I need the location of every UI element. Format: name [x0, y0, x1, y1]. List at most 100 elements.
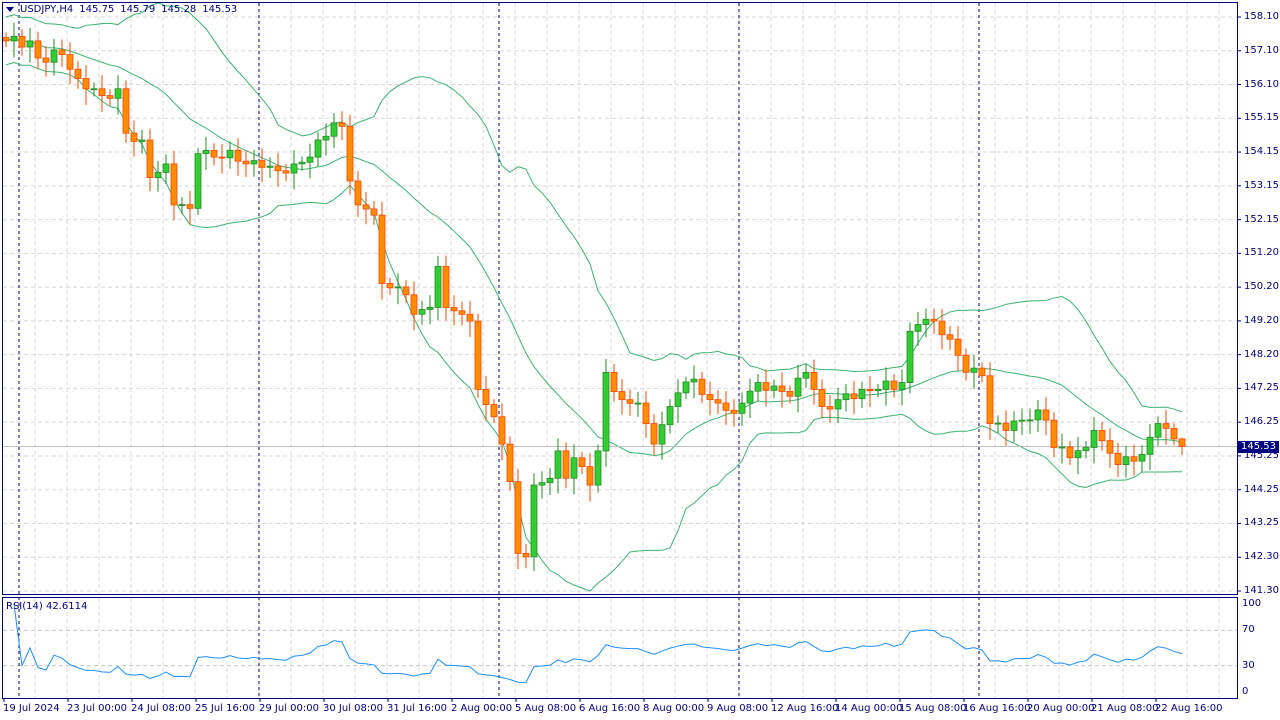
bear-candle: [242, 160, 250, 165]
bull-candle: [154, 172, 162, 178]
bear-candle: [1042, 409, 1050, 421]
bull-candle: [1018, 419, 1026, 422]
bear-candle: [578, 457, 586, 467]
bear-candle: [810, 371, 818, 390]
bear-candle: [450, 307, 458, 312]
bear-candle: [946, 334, 954, 340]
bull-candle: [194, 153, 202, 209]
bull-candle: [434, 266, 442, 308]
bull-candle: [594, 450, 602, 486]
bear-candle: [210, 149, 218, 158]
bear-candle: [698, 378, 706, 395]
bear-candle: [626, 399, 634, 404]
bull-candle: [426, 307, 434, 310]
bear-candle: [1066, 446, 1074, 459]
price-label: 146.25: [1244, 416, 1279, 428]
price-chart[interactable]: [0, 0, 1280, 720]
bull-candle: [802, 371, 810, 379]
bull-candle: [994, 422, 1002, 425]
bull-candle: [314, 139, 322, 158]
bull-candle: [1138, 453, 1146, 462]
bull-candle: [738, 402, 746, 414]
bear-candle: [938, 320, 946, 336]
bull-candle: [1034, 409, 1042, 421]
bear-candle: [1050, 419, 1058, 448]
bull-candle: [914, 324, 922, 332]
bull-candle: [602, 371, 610, 452]
open-value: 145.75: [79, 4, 115, 15]
bear-candle: [890, 380, 898, 390]
bear-candle: [786, 391, 794, 397]
bear-candle: [458, 310, 466, 315]
bear-candle: [714, 399, 722, 404]
bull-candle: [298, 161, 306, 165]
bull-candle: [226, 149, 234, 159]
price-label: 149.20: [1244, 314, 1279, 326]
bear-candle: [34, 40, 42, 59]
bull-candle: [250, 160, 258, 165]
bear-candle: [730, 409, 738, 414]
bollinger-middle: [5, 38, 1183, 456]
bear-candle: [618, 391, 626, 401]
bear-candle: [978, 367, 986, 377]
bear-candle: [74, 68, 82, 79]
time-label: 20 Aug 00:00: [1027, 703, 1095, 714]
bear-candle: [474, 320, 482, 390]
time-label: 23 Jul 00:00: [67, 703, 127, 714]
bear-candle: [338, 122, 346, 127]
bull-candle: [842, 393, 850, 401]
bull-candle: [538, 482, 546, 486]
bull-candle: [554, 450, 562, 479]
time-label: 2 Aug 00:00: [451, 703, 513, 714]
price-label: 142.30: [1244, 551, 1279, 563]
time-label: 25 Jul 16:00: [195, 703, 255, 714]
bear-candle: [562, 450, 570, 479]
price-label: 143.25: [1244, 517, 1279, 529]
bear-candle: [818, 389, 826, 407]
bull-candle: [90, 88, 98, 91]
time-label: 16 Aug 16:00: [963, 703, 1031, 714]
bull-candle: [674, 392, 682, 407]
bull-candle: [1090, 430, 1098, 448]
bull-candle: [330, 122, 338, 137]
bear-candle: [866, 389, 874, 392]
bull-candle: [834, 399, 842, 410]
bull-candle: [874, 389, 882, 392]
bear-candle: [402, 286, 410, 296]
bull-candle: [162, 163, 170, 173]
bull-candle: [394, 286, 402, 289]
time-label: 24 Jul 08:00: [131, 703, 191, 714]
close-value: 145.53: [202, 4, 238, 15]
bull-candle: [1122, 456, 1130, 465]
bear-candle: [466, 313, 474, 322]
bear-candle: [1098, 430, 1106, 442]
bear-candle: [1170, 427, 1178, 440]
bull-candle: [50, 49, 58, 63]
dropdown-triangle-icon[interactable]: [6, 7, 14, 12]
bull-candle: [26, 40, 34, 48]
current-price-badge: 145.53: [1238, 441, 1279, 453]
bear-candle: [522, 553, 530, 558]
bear-candle: [82, 78, 90, 90]
bull-candle: [290, 163, 298, 174]
price-label: 152.15: [1244, 213, 1279, 225]
price-label: 147.25: [1244, 382, 1279, 394]
time-label: 21 Aug 08:00: [1091, 703, 1159, 714]
rsi-level-label: 70: [1242, 624, 1255, 636]
bull-candle: [570, 457, 578, 479]
bull-candle: [10, 35, 18, 42]
time-label: 31 Jul 16:00: [387, 703, 447, 714]
bear-candle: [762, 382, 770, 391]
bear-candle: [586, 466, 594, 486]
bull-candle: [138, 139, 146, 142]
bull-candle: [898, 382, 906, 390]
bear-candle: [282, 170, 290, 174]
low-value: 145.28: [161, 4, 197, 15]
bull-candle: [906, 330, 914, 383]
bear-candle: [234, 149, 242, 162]
bull-candle: [666, 406, 674, 426]
price-label: 150.20: [1244, 281, 1279, 293]
time-label: 12 Aug 16:00: [771, 703, 839, 714]
bull-candle: [770, 385, 778, 391]
bear-candle: [170, 163, 178, 206]
